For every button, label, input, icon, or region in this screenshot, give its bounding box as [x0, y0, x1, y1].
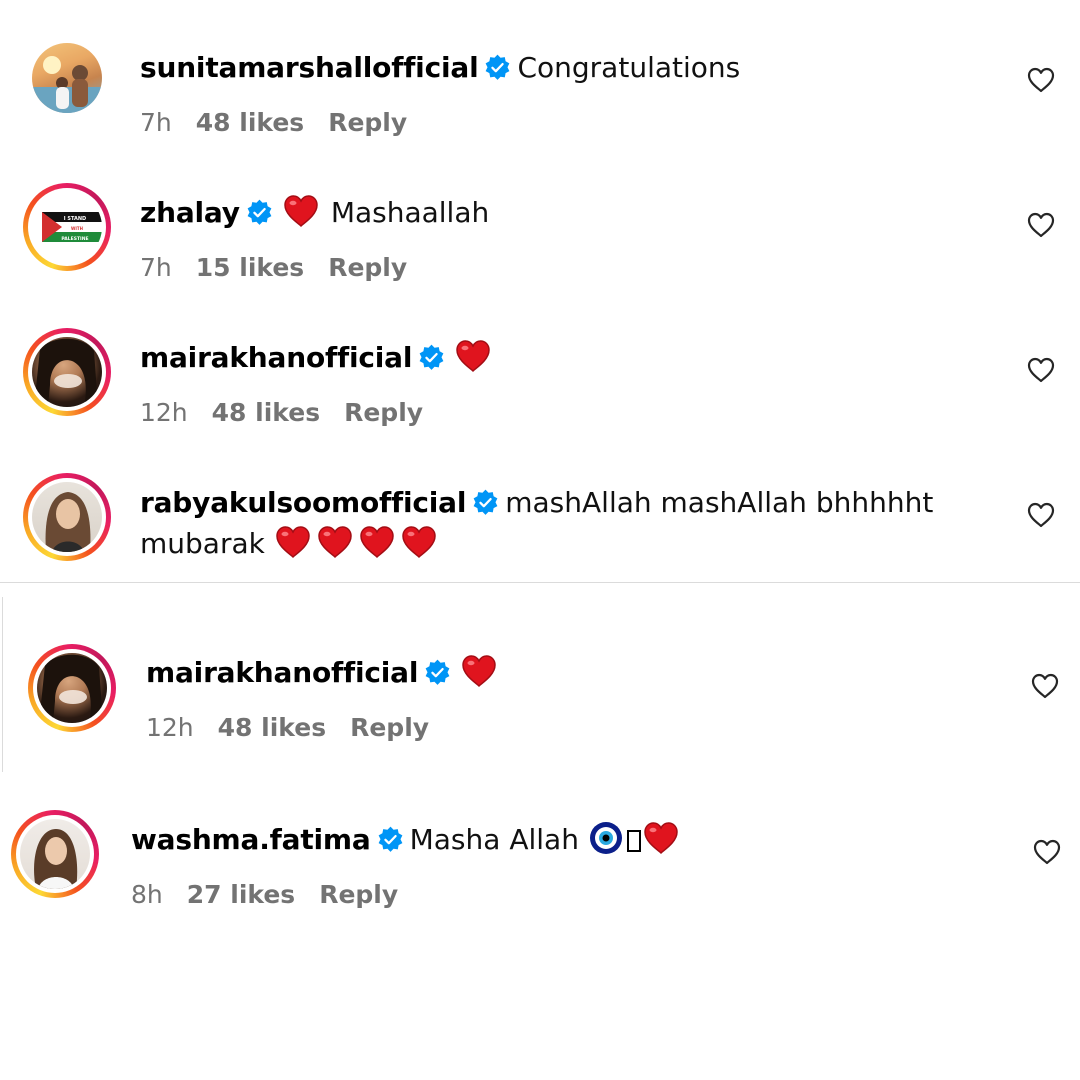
red-heart-icon	[461, 654, 497, 688]
comment-text: mashAllah mashAllah bhhhhht	[505, 486, 934, 519]
avatar[interactable]	[11, 810, 99, 898]
comment-text: Mashaallah	[330, 196, 490, 229]
heart-outline-icon[interactable]	[1030, 671, 1060, 701]
heart-outline-icon[interactable]	[1026, 355, 1056, 385]
verified-icon	[377, 826, 404, 853]
nazar-amulet-icon	[589, 822, 622, 854]
comment-line: washma.fatima Masha Allah	[131, 820, 679, 860]
red-heart-icon	[455, 339, 491, 373]
divider	[0, 582, 1080, 583]
verified-icon	[472, 489, 499, 516]
timestamp: 7h	[140, 253, 172, 282]
red-heart-icon	[643, 821, 679, 855]
comment-meta: 12h 48 likes Reply	[140, 398, 447, 427]
timestamp: 8h	[131, 880, 163, 909]
reply-button[interactable]: Reply	[328, 253, 407, 282]
username[interactable]: sunitamarshallofficial	[140, 51, 479, 84]
red-heart-icon	[283, 194, 319, 228]
likes-count[interactable]: 15 likes	[196, 253, 304, 282]
avatar[interactable]	[23, 328, 111, 416]
avatar[interactable]	[26, 37, 114, 125]
comment-text: Congratulations	[517, 51, 741, 84]
likes-count[interactable]: 48 likes	[218, 713, 326, 742]
missing-glyph-icon	[626, 830, 641, 852]
username[interactable]: zhalay	[140, 196, 240, 229]
comment-line: mairakhanofficial	[140, 338, 491, 378]
comment-line: zhalay Mashaallah	[140, 193, 489, 233]
username[interactable]: mairakhanofficial	[140, 341, 412, 374]
avatar[interactable]	[23, 473, 111, 561]
reply-button[interactable]: Reply	[319, 880, 398, 909]
red-heart-icon	[359, 525, 395, 559]
avatar-text: PALESTINE	[61, 236, 88, 242]
comment-line: mairakhanofficial	[146, 653, 497, 693]
red-heart-icon	[317, 525, 353, 559]
reply-button[interactable]: Reply	[344, 398, 423, 427]
reply-button[interactable]: Reply	[350, 713, 429, 742]
timestamp: 7h	[140, 108, 172, 137]
verified-icon	[418, 344, 445, 371]
heart-outline-icon[interactable]	[1026, 210, 1056, 240]
likes-count[interactable]: 27 likes	[187, 880, 295, 909]
timestamp: 12h	[140, 398, 188, 427]
avatar-text: I STAND	[64, 216, 86, 222]
reply-button[interactable]: Reply	[328, 108, 407, 137]
username[interactable]: rabyakulsoomofficial	[140, 486, 466, 519]
likes-count[interactable]: 48 likes	[212, 398, 320, 427]
comment-meta: 12h 48 likes Reply	[146, 713, 453, 742]
verified-icon	[246, 199, 273, 226]
verified-icon	[424, 659, 451, 686]
red-heart-icon	[401, 525, 437, 559]
comment-meta: 7h 15 likes Reply	[140, 253, 431, 282]
heart-outline-icon[interactable]	[1032, 837, 1062, 867]
comment-line: sunitamarshallofficial Congratulations	[140, 48, 740, 88]
comment-text: mubarak	[140, 527, 265, 560]
username[interactable]: mairakhanofficial	[146, 656, 418, 689]
avatar-text: WITH	[71, 226, 83, 231]
comment-line: rabyakulsoomofficial mashAllah mashAllah …	[140, 483, 933, 523]
verified-icon	[484, 54, 511, 81]
palestine-flag-icon: I STAND WITH PALESTINE	[42, 212, 102, 242]
timestamp: 12h	[146, 713, 194, 742]
heart-outline-icon[interactable]	[1026, 65, 1056, 95]
divider	[2, 597, 3, 772]
avatar[interactable]	[28, 644, 116, 732]
comment-meta: 8h 27 likes Reply	[131, 880, 422, 909]
comment-meta: 7h 48 likes Reply	[140, 108, 431, 137]
username[interactable]: washma.fatima	[131, 823, 371, 856]
comment-text: Masha Allah	[409, 823, 579, 856]
heart-outline-icon[interactable]	[1026, 500, 1056, 530]
comment-line: mubarak	[140, 524, 437, 564]
avatar[interactable]: I STAND WITH PALESTINE	[23, 183, 111, 271]
likes-count[interactable]: 48 likes	[196, 108, 304, 137]
red-heart-icon	[275, 525, 311, 559]
